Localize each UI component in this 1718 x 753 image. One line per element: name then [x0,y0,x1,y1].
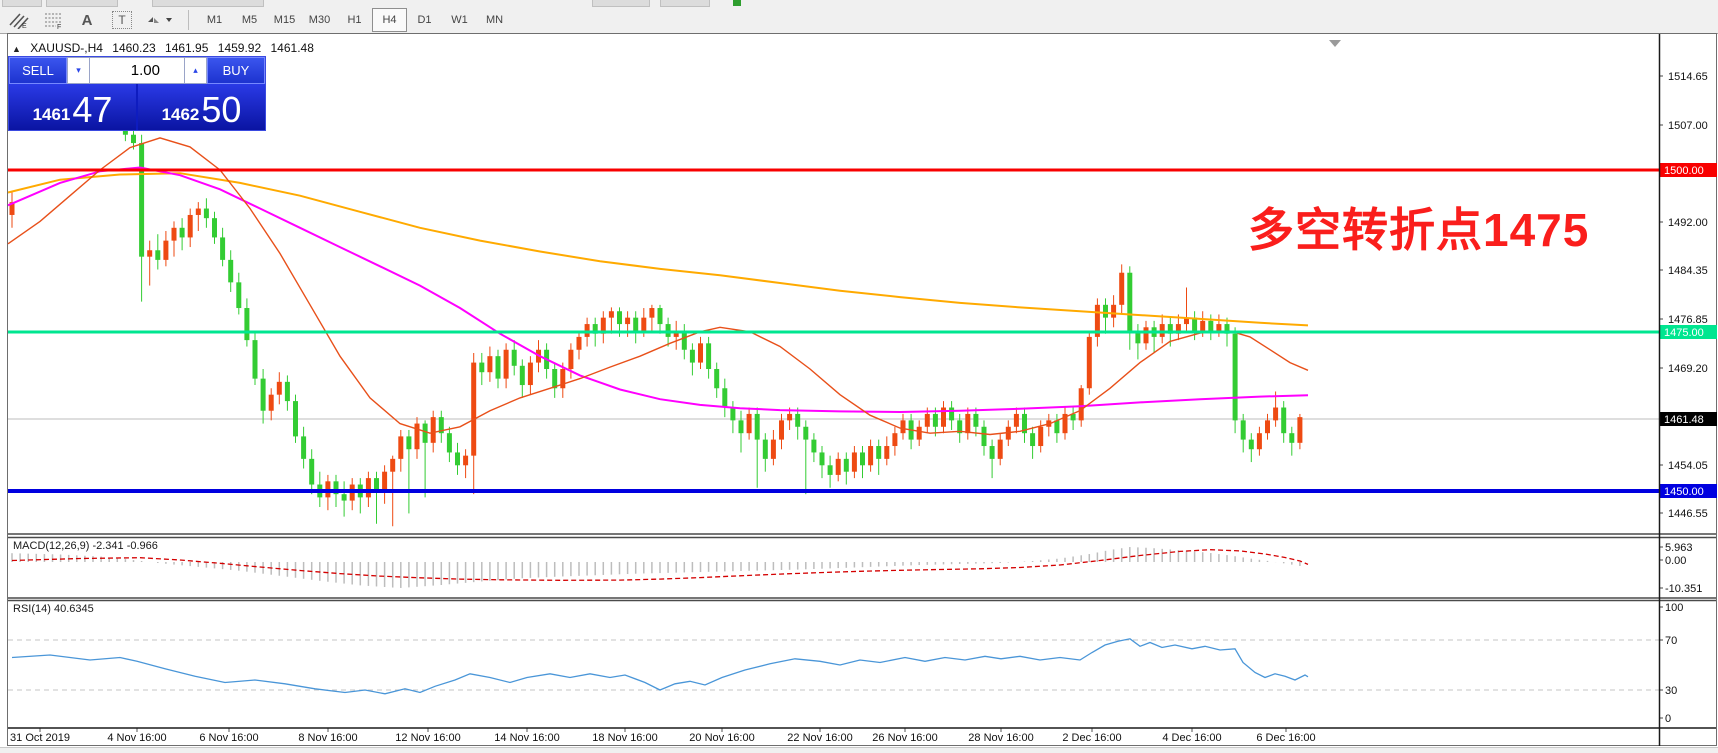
svg-text:4 Dec 16:00: 4 Dec 16:00 [1162,732,1221,744]
svg-text:1500.00: 1500.00 [1664,165,1704,177]
volume-decrease-button[interactable]: ▾ [67,57,90,84]
svg-text:20 Nov 16:00: 20 Nov 16:00 [689,732,754,744]
collapse-panel-icon[interactable]: ▲ [12,44,21,54]
svg-text:6 Dec 16:00: 6 Dec 16:00 [1256,732,1315,744]
buy-price-tile[interactable]: 1462 50 [138,84,265,130]
candles [10,76,1303,526]
svg-text:-10.351: -10.351 [1665,583,1702,595]
volume-increase-button[interactable]: ▴ [184,57,207,84]
symbol-title: XAUUSD-,H4 [30,41,103,55]
sell-button[interactable]: SELL [9,57,67,84]
svg-text:70: 70 [1665,635,1677,647]
ma-orange [8,173,1308,325]
svg-text:1475.00: 1475.00 [1664,327,1704,339]
rsi-label: RSI(14) 40.6345 [13,603,94,615]
svg-text:1507.00: 1507.00 [1668,120,1708,132]
svg-text:1450.00: 1450.00 [1664,486,1704,498]
buy-button[interactable]: BUY [207,57,265,84]
svg-text:31 Oct 2019: 31 Oct 2019 [10,732,70,744]
svg-text:14 Nov 16:00: 14 Nov 16:00 [494,732,559,744]
svg-text:12 Nov 16:00: 12 Nov 16:00 [395,732,460,744]
svg-text:5.963: 5.963 [1665,542,1693,554]
svg-text:28 Nov 16:00: 28 Nov 16:00 [968,732,1033,744]
svg-text:8 Nov 16:00: 8 Nov 16:00 [298,732,357,744]
buy-price-small: 1462 [162,106,200,123]
svg-text:2 Dec 16:00: 2 Dec 16:00 [1062,732,1121,744]
svg-text:30: 30 [1665,685,1677,697]
svg-text:0: 0 [1665,713,1671,725]
quote-open: 1460.23 [112,41,155,55]
svg-text:1454.05: 1454.05 [1668,460,1708,472]
ma-magenta [8,168,1308,413]
quote-low: 1459.92 [218,41,261,55]
svg-text:1476.85: 1476.85 [1668,314,1708,326]
svg-text:26 Nov 16:00: 26 Nov 16:00 [872,732,937,744]
symbol-quote-row: ▲ XAUUSD-,H4 1460.23 1461.95 1459.92 146… [12,41,320,55]
svg-text:1492.00: 1492.00 [1668,217,1708,229]
sell-price-tile[interactable]: 1461 47 [9,84,136,130]
volume-input[interactable] [90,57,184,84]
trading-terminal: E F A T M1M5M15M30H1H4D1W1MN 1500.001475… [0,0,1718,753]
svg-text:22 Nov 16:00: 22 Nov 16:00 [787,732,852,744]
svg-text:1446.55: 1446.55 [1668,508,1708,520]
svg-text:6 Nov 16:00: 6 Nov 16:00 [199,732,258,744]
sell-price-small: 1461 [33,106,71,123]
chart-annotation-text: 多空转折点1475 [1248,194,1589,260]
quote-high: 1461.95 [165,41,208,55]
svg-text:4 Nov 16:00: 4 Nov 16:00 [107,732,166,744]
svg-text:100: 100 [1665,602,1683,614]
svg-text:1469.20: 1469.20 [1668,363,1708,375]
svg-text:1514.65: 1514.65 [1668,71,1708,83]
one-click-trade-panel: SELL ▾ ▴ BUY 1461 47 1462 50 [8,56,266,131]
buy-price-big: 50 [201,94,241,126]
svg-text:1484.35: 1484.35 [1668,265,1708,277]
svg-text:0.00: 0.00 [1665,555,1686,567]
window-bottom-strip [0,747,1718,753]
quote-close: 1461.48 [271,41,314,55]
svg-text:18 Nov 16:00: 18 Nov 16:00 [592,732,657,744]
macd-label: MACD(12,26,9) -2.341 -0.966 [13,540,158,552]
svg-text:1461.48: 1461.48 [1664,414,1704,426]
sell-price-big: 47 [72,94,112,126]
